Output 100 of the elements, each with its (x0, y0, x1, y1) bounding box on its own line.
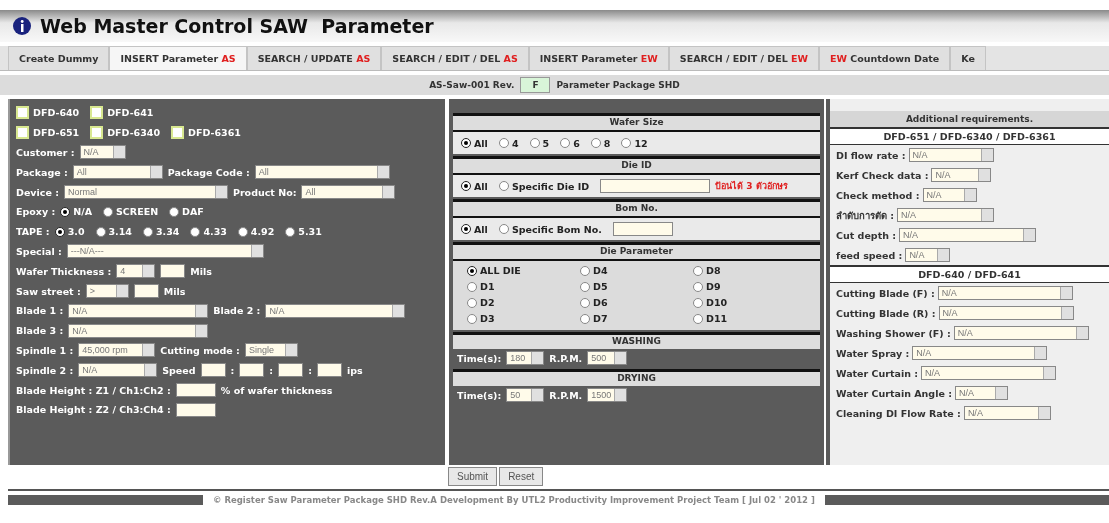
input-field[interactable] (239, 363, 265, 378)
radio-option[interactable]: 4 (498, 137, 519, 149)
dropdown[interactable]: N/A (79, 145, 126, 160)
checkbox-option[interactable]: DFD-641 (90, 106, 154, 120)
radio-option[interactable]: 4.92 (237, 226, 275, 238)
dropdown[interactable]: Single (244, 343, 298, 358)
dropdown[interactable]: N/A (912, 346, 1048, 360)
dropdown[interactable]: 180 (506, 351, 545, 365)
radio-option[interactable]: All (461, 180, 488, 192)
radio-option[interactable]: 3.0 (54, 226, 85, 238)
dropdown[interactable]: > (85, 284, 129, 299)
dropdown[interactable]: 4 (116, 264, 156, 279)
dropdown[interactable]: All (254, 165, 390, 180)
radio-option[interactable]: N/A (60, 206, 93, 218)
caret-icon (1043, 367, 1056, 379)
radio-option[interactable]: Specific Bom No. (498, 223, 602, 235)
dropdown[interactable]: N/A (265, 303, 406, 318)
tab[interactable]: INSERT Parameter EW (528, 46, 669, 70)
dropdown[interactable]: N/A (922, 188, 977, 202)
radio-option[interactable]: D6 (580, 297, 687, 308)
tab[interactable]: SEARCH / EDIT / DEL EW (668, 46, 819, 70)
tab[interactable]: EW Countdown Date (819, 46, 951, 70)
dropdown[interactable]: All (72, 165, 163, 180)
input-field[interactable] (160, 264, 186, 279)
checkbox-option[interactable]: DFD-640 (16, 106, 80, 120)
dropdown[interactable]: 50 (506, 388, 545, 402)
radio-option[interactable]: All (461, 223, 488, 235)
input-field[interactable] (175, 402, 216, 417)
radio-option[interactable]: D7 (580, 313, 687, 324)
dropdown[interactable]: 45,000 rpm (78, 343, 156, 358)
radio-option[interactable]: D10 (693, 297, 800, 308)
radio-option[interactable]: Specific Die ID (498, 180, 590, 192)
radio-option[interactable]: ALL DIE (467, 265, 574, 276)
input-field[interactable] (133, 284, 159, 299)
checkbox-option[interactable]: DFD-6361 (171, 126, 241, 140)
caret-icon (531, 389, 544, 401)
radio-option[interactable]: 4.33 (190, 226, 227, 238)
dropdown[interactable]: N/A (938, 306, 1074, 320)
dropdown[interactable]: N/A (899, 228, 1037, 242)
field-label: Cleaning DI Flow Rate : (836, 407, 961, 419)
caret-icon (1034, 347, 1047, 359)
input-field[interactable] (175, 383, 216, 398)
dropdown[interactable]: 1500 (587, 388, 628, 402)
tab[interactable]: SEARCH / EDIT / DEL AS (381, 46, 529, 70)
dropdown[interactable]: N/A (963, 406, 1051, 420)
radio-option[interactable]: 8 (590, 137, 611, 149)
radio-option[interactable]: All (461, 137, 488, 149)
radio-option[interactable]: SCREEN (103, 206, 159, 218)
radio-option[interactable]: D1 (467, 281, 574, 292)
dropdown[interactable]: ---N/A--- (66, 244, 264, 259)
dropdown[interactable]: N/A (954, 386, 1008, 400)
dropdown[interactable]: Normal (63, 185, 228, 200)
caret-icon (392, 304, 405, 317)
radio-option[interactable]: D2 (467, 297, 574, 308)
radio-option[interactable]: D9 (693, 281, 800, 292)
dropdown[interactable]: N/A (68, 303, 209, 318)
form-button[interactable]: Submit (448, 467, 498, 486)
radio-option[interactable]: DAF (169, 206, 204, 218)
caret-icon (250, 245, 263, 258)
radio-option[interactable]: 12 (621, 137, 648, 149)
tab[interactable]: SEARCH / UPDATE AS (246, 46, 382, 70)
radio-option[interactable]: 3.34 (142, 226, 180, 238)
field-label: Blade Height : Z2 / Ch3:Ch4 : (16, 404, 171, 416)
checkbox-option[interactable]: DFD-651 (16, 126, 80, 140)
dropdown[interactable]: N/A (905, 248, 951, 262)
radio-option[interactable]: 6 (560, 137, 580, 149)
caret-icon (981, 209, 994, 221)
dropdown[interactable]: N/A (68, 323, 209, 338)
radio-option[interactable]: D11 (693, 313, 800, 324)
input-field[interactable] (200, 363, 226, 378)
dropdown[interactable]: N/A (931, 168, 992, 182)
input-field[interactable] (278, 363, 304, 378)
checkbox-option[interactable]: DFD-6340 (90, 126, 161, 140)
input-field[interactable] (600, 179, 711, 193)
dropdown[interactable]: N/A (953, 326, 1089, 340)
radio-option[interactable]: D4 (580, 265, 687, 276)
input-field[interactable] (316, 363, 342, 378)
dropdown[interactable]: N/A (897, 208, 995, 222)
revision-field[interactable]: F (520, 77, 551, 93)
tab[interactable]: INSERT Parameter AS (109, 46, 247, 70)
tab[interactable]: Create Dummy (8, 46, 110, 70)
dropdown[interactable]: N/A (921, 366, 1057, 380)
tab[interactable]: Ke (950, 46, 986, 70)
section-header: DRYING (453, 369, 820, 386)
radio-option[interactable]: D3 (467, 313, 574, 324)
dropdown[interactable]: N/A (78, 363, 158, 378)
dropdown[interactable]: N/A (908, 148, 994, 162)
radio-option[interactable]: D5 (580, 281, 687, 292)
radio-option[interactable]: 5 (529, 137, 550, 149)
caret-icon (937, 249, 950, 261)
radio-option[interactable]: D8 (693, 265, 800, 276)
dropdown[interactable]: N/A (937, 286, 1073, 300)
field-label: TAPE : (16, 226, 50, 238)
radio-option[interactable]: 3.14 (95, 226, 132, 238)
dropdown[interactable]: All (301, 185, 396, 200)
dropdown[interactable]: 500 (587, 351, 628, 365)
radio-option[interactable]: 5.31 (285, 226, 322, 238)
form-button[interactable]: Reset (499, 467, 544, 486)
caret-icon (531, 352, 544, 364)
input-field[interactable] (612, 222, 673, 236)
